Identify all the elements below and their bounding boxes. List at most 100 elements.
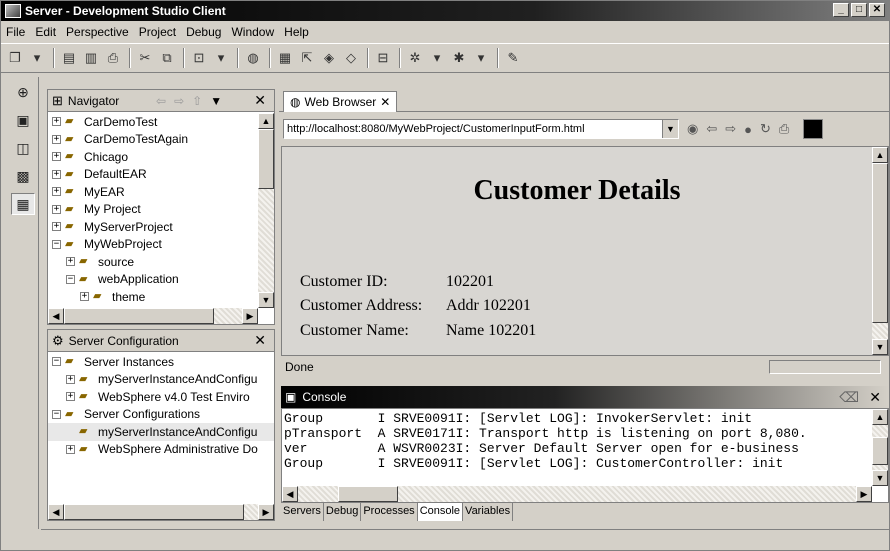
scroll-thumb[interactable] (64, 308, 214, 324)
tree-item[interactable]: + ▰ CarDemoTest (48, 113, 258, 131)
tree-item[interactable]: + ▰ WebSphere Administrative Do (48, 441, 274, 459)
go-icon[interactable]: ◉ (687, 121, 698, 137)
up-icon[interactable]: ⇧ (192, 94, 210, 108)
scroll-thumb[interactable] (64, 504, 244, 520)
open-perspective-icon[interactable]: ⊕ (11, 81, 35, 103)
console-vertical-scrollbar[interactable]: ▲ ▼ (872, 409, 888, 486)
navigator-horizontal-scrollbar[interactable]: ◀ ▶ (48, 308, 258, 324)
tree-item[interactable]: + ▰ MyServerProject (48, 218, 258, 236)
tree-item[interactable]: + ▰ Chicago (48, 148, 258, 166)
cut-icon[interactable]: ✂ (135, 48, 155, 68)
menu-project[interactable]: Project (134, 25, 181, 39)
back-icon[interactable]: ⇦ (156, 94, 174, 108)
scroll-up-button[interactable]: ▲ (872, 147, 888, 163)
menu-edit[interactable]: Edit (30, 25, 61, 39)
scroll-up-button[interactable]: ▲ (258, 113, 274, 129)
tree-item[interactable]: + ▰ WebSphere v4.0 Test Enviro (48, 388, 274, 406)
stop-icon[interactable]: ● (744, 122, 752, 137)
new-bean-icon[interactable]: ◈ (319, 48, 339, 68)
scroll-left-button[interactable]: ◀ (48, 504, 64, 520)
navigator-vertical-scrollbar[interactable]: ▲ ▼ (258, 113, 274, 308)
tree-item[interactable]: + ▰ source (48, 253, 258, 271)
tree-item[interactable]: ▰ myServerInstanceAndConfigu (48, 423, 274, 441)
layout-icon[interactable]: ⊟ (373, 48, 393, 68)
close-icon[interactable]: ✕ (380, 95, 390, 109)
dropdown-arrow-icon[interactable]: ▾ (211, 48, 231, 68)
scroll-right-button[interactable]: ▶ (856, 486, 872, 502)
menu-file[interactable]: File (1, 25, 30, 39)
scroll-right-button[interactable]: ▶ (242, 308, 258, 324)
tree-expander-icon[interactable]: + (52, 169, 61, 179)
chevron-down-icon[interactable]: ▼ (662, 120, 678, 138)
tree-item[interactable]: + ▰ theme (48, 288, 258, 306)
web-perspective-icon[interactable]: ◫ (11, 137, 35, 159)
tab-processes[interactable]: Processes (361, 503, 418, 521)
tree-expander-icon[interactable]: − (52, 409, 61, 419)
scroll-up-button[interactable]: ▲ (872, 409, 888, 425)
tree-expander-icon[interactable]: + (80, 292, 89, 302)
tree-item[interactable]: + ▰ myServerInstanceAndConfigu (48, 371, 274, 389)
refresh-icon[interactable]: ↻ (760, 121, 771, 137)
maximize-button[interactable]: □ (851, 3, 867, 17)
close-icon[interactable]: ✕ (254, 332, 266, 349)
tree-expander-icon[interactable]: + (52, 204, 61, 214)
scroll-thumb[interactable] (872, 437, 888, 465)
new-servlet-icon[interactable]: ⇱ (297, 48, 317, 68)
scroll-right-button[interactable]: ▶ (258, 504, 274, 520)
scroll-left-button[interactable]: ◀ (48, 308, 64, 324)
scroll-down-button[interactable]: ▼ (872, 339, 888, 355)
tree-expander-icon[interactable]: − (52, 357, 61, 367)
tree-expander-icon[interactable]: + (66, 392, 75, 402)
tree-expander-icon[interactable]: + (66, 374, 75, 384)
scroll-left-button[interactable]: ◀ (282, 486, 298, 502)
tree-item[interactable]: − ▰ Server Instances (48, 353, 274, 371)
dropdown-arrow-icon[interactable]: ▾ (27, 48, 47, 68)
new-jsp-icon[interactable]: ◇ (341, 48, 361, 68)
scroll-down-button[interactable]: ▼ (258, 292, 274, 308)
tree-item[interactable]: + ▰ DefaultEAR (48, 166, 258, 184)
tree-expander-icon[interactable]: + (52, 152, 61, 162)
new-web-project-icon[interactable]: ▦ (275, 48, 295, 68)
tree-expander-icon[interactable]: − (52, 239, 61, 249)
tree-expander-icon[interactable]: − (66, 274, 75, 284)
tree-expander-icon[interactable]: + (52, 222, 61, 232)
menu-debug[interactable]: Debug (181, 25, 226, 39)
print-icon[interactable]: ⎙ (103, 48, 123, 68)
save-icon[interactable]: ▤ (59, 48, 79, 68)
tab-servers[interactable]: Servers (281, 503, 324, 521)
menu-window[interactable]: Window (226, 25, 279, 39)
close-icon[interactable]: ✕ (254, 92, 266, 109)
clear-console-icon[interactable]: ⌫ (839, 389, 859, 406)
resource-perspective-icon[interactable]: ▣ (11, 109, 35, 131)
tab-console[interactable]: Console (417, 503, 464, 521)
tree-expander-icon[interactable]: + (66, 257, 75, 267)
close-button[interactable]: ✕ (869, 3, 885, 17)
forward-icon[interactable]: ⇨ (725, 121, 736, 137)
copy-icon[interactable]: ⧉ (157, 48, 177, 68)
scroll-thumb[interactable] (338, 486, 398, 502)
forward-icon[interactable]: ⇨ (174, 94, 192, 108)
url-input[interactable]: http://localhost:8080/MyWebProject/Custo… (283, 119, 679, 139)
dropdown-arrow-icon[interactable]: ▾ (471, 48, 491, 68)
open-type-icon[interactable]: ⊡ (189, 48, 209, 68)
menu-help[interactable]: Help (279, 25, 314, 39)
run-icon[interactable]: ✱ (449, 48, 469, 68)
save-all-icon[interactable]: ▥ (81, 48, 101, 68)
tab-variables[interactable]: Variables (463, 503, 514, 521)
print-icon[interactable]: ⎙ (779, 121, 789, 137)
tree-expander-icon[interactable]: + (52, 134, 61, 144)
debug-icon[interactable]: ✲ (405, 48, 425, 68)
console-horizontal-scrollbar[interactable]: ◀ ▶ (282, 486, 872, 502)
dropdown-arrow-icon[interactable]: ▾ (427, 48, 447, 68)
tree-expander-icon[interactable]: + (52, 117, 61, 127)
minimize-button[interactable]: _ (833, 3, 849, 17)
tree-item[interactable]: + ▰ CarDemoTestAgain (48, 131, 258, 149)
tree-item[interactable]: + ▰ My Project (48, 201, 258, 219)
tree-item[interactable]: − ▰ MyWebProject (48, 236, 258, 254)
tree-expander-icon[interactable]: + (66, 444, 75, 454)
pin-icon[interactable]: ✎ (503, 48, 523, 68)
tab-debug[interactable]: Debug (324, 503, 362, 521)
server-perspective-icon[interactable]: ▦ (11, 193, 35, 215)
new-wizard-icon[interactable]: ❐ (5, 48, 25, 68)
server-config-horizontal-scrollbar[interactable]: ◀ ▶ (48, 504, 274, 520)
